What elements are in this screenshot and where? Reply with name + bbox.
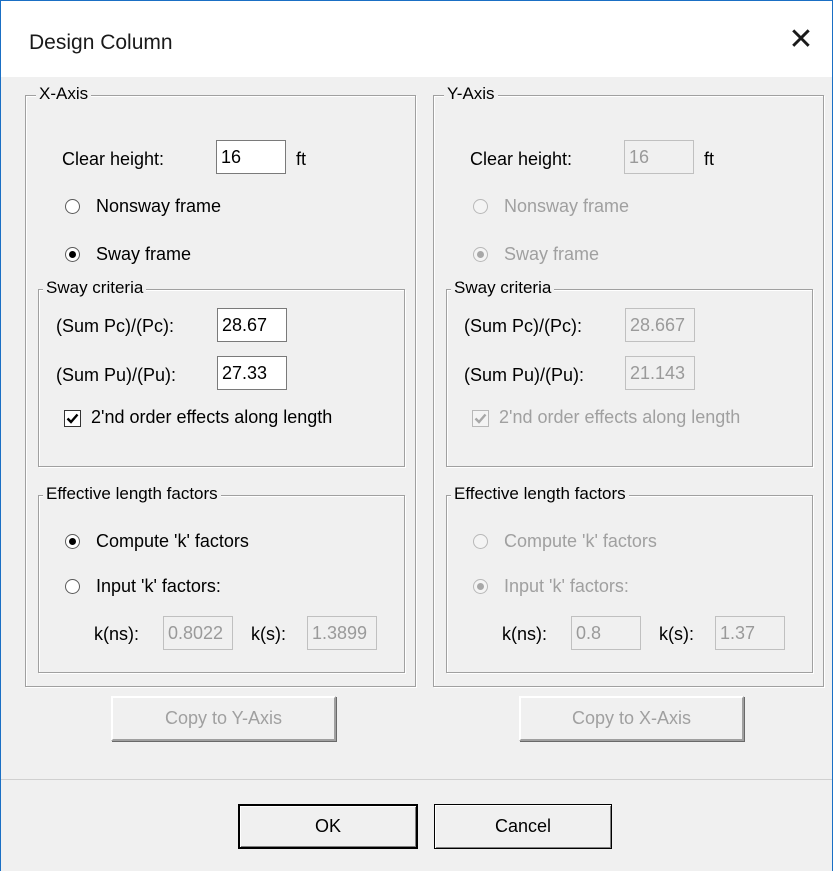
y-sway-criteria-group: Sway criteria (Sum Pc)/(Pc): 28.667 (Sum… (446, 278, 813, 467)
ok-button[interactable]: OK (238, 804, 418, 849)
radio-dot-icon (69, 538, 76, 545)
x-sway-criteria-group: Sway criteria (Sum Pc)/(Pc): 28.67 (Sum … (38, 278, 405, 467)
dialog-title: Design Column (29, 31, 173, 54)
x-compute-k-radio[interactable] (65, 534, 80, 549)
x-input-k-radio[interactable] (65, 579, 80, 594)
dialog-footer: OK Cancel (1, 779, 832, 871)
copy-to-x-axis-button[interactable]: Copy to X-Axis (519, 696, 744, 741)
x-axis-legend: X-Axis (36, 84, 92, 104)
x-kns-label: k(ns): (94, 624, 139, 644)
checkmark-icon (66, 413, 79, 424)
x-sway-criteria-legend: Sway criteria (43, 278, 147, 298)
x-effective-length-legend: Effective length factors (43, 484, 221, 504)
radio-dot-icon (69, 251, 76, 258)
y-clear-height-label: Clear height: (470, 149, 573, 169)
y-input-k-radio[interactable] (473, 579, 488, 594)
y-sway-label[interactable]: Sway frame (504, 244, 599, 265)
y-input-k-label[interactable]: Input 'k' factors: (504, 576, 629, 597)
x-clear-height-unit: ft (296, 149, 307, 169)
x-ks-label: k(s): (251, 624, 286, 644)
cancel-button[interactable]: Cancel (434, 804, 612, 849)
copy-to-y-axis-button[interactable]: Copy to Y-Axis (111, 696, 336, 741)
checkmark-icon (474, 413, 487, 424)
x-sway-label[interactable]: Sway frame (96, 244, 191, 265)
y-nonsway-label[interactable]: Nonsway frame (504, 196, 629, 217)
y-clear-height-input[interactable]: 16 (624, 140, 694, 174)
x-nonsway-label[interactable]: Nonsway frame (96, 196, 221, 217)
radio-dot-icon (477, 583, 484, 590)
y-nonsway-radio[interactable] (473, 199, 488, 214)
dialog-content: X-Axis Clear height: 16 ft Nonsway frame… (1, 77, 832, 779)
y-clear-height-unit: ft (704, 149, 715, 169)
design-column-dialog: Design Column ✕ X-Axis Clear height: 16 … (0, 0, 833, 871)
y-second-order-checkbox[interactable] (472, 410, 489, 427)
y-kns-input[interactable]: 0.8 (571, 616, 641, 650)
x-second-order-label[interactable]: 2'nd order effects along length (91, 407, 332, 428)
y-ks-label: k(s): (659, 624, 694, 644)
title-bar[interactable]: Design Column ✕ (1, 1, 832, 77)
x-axis-group: X-Axis Clear height: 16 ft Nonsway frame… (25, 84, 416, 741)
y-axis-group: Y-Axis Clear height: 16 ft Nonsway frame… (433, 84, 824, 741)
x-sum-pc-label: (Sum Pc)/(Pc): (56, 316, 175, 336)
x-kns-input[interactable]: 0.8022 (163, 616, 233, 650)
y-compute-k-label[interactable]: Compute 'k' factors (504, 531, 657, 552)
y-sway-criteria-legend: Sway criteria (451, 278, 555, 298)
y-sum-pu-input[interactable]: 21.143 (625, 356, 695, 390)
y-sum-pu-label: (Sum Pu)/(Pu): (464, 365, 585, 385)
radio-dot-icon (477, 251, 484, 258)
y-sway-radio[interactable] (473, 247, 488, 262)
y-ks-input[interactable]: 1.37 (715, 616, 785, 650)
y-effective-length-legend: Effective length factors (451, 484, 629, 504)
y-effective-length-group: Effective length factors Compute 'k' fac… (446, 484, 813, 673)
y-kns-label: k(ns): (502, 624, 547, 644)
x-second-order-checkbox[interactable] (64, 410, 81, 427)
x-nonsway-radio[interactable] (65, 199, 80, 214)
y-compute-k-radio[interactable] (473, 534, 488, 549)
y-second-order-label[interactable]: 2'nd order effects along length (499, 407, 740, 428)
y-sum-pc-input[interactable]: 28.667 (625, 308, 695, 342)
x-clear-height-input[interactable]: 16 (216, 140, 286, 174)
x-input-k-label[interactable]: Input 'k' factors: (96, 576, 221, 597)
x-effective-length-group: Effective length factors Compute 'k' fac… (38, 484, 405, 673)
x-ks-input[interactable]: 1.3899 (307, 616, 377, 650)
close-icon[interactable]: ✕ (784, 23, 818, 57)
x-sway-radio[interactable] (65, 247, 80, 262)
y-sum-pc-label: (Sum Pc)/(Pc): (464, 316, 583, 336)
y-axis-legend: Y-Axis (444, 84, 498, 104)
x-compute-k-label[interactable]: Compute 'k' factors (96, 531, 249, 552)
x-sum-pc-input[interactable]: 28.67 (217, 308, 287, 342)
x-clear-height-label: Clear height: (62, 149, 165, 169)
x-sum-pu-label: (Sum Pu)/(Pu): (56, 365, 177, 385)
x-sum-pu-input[interactable]: 27.33 (217, 356, 287, 390)
